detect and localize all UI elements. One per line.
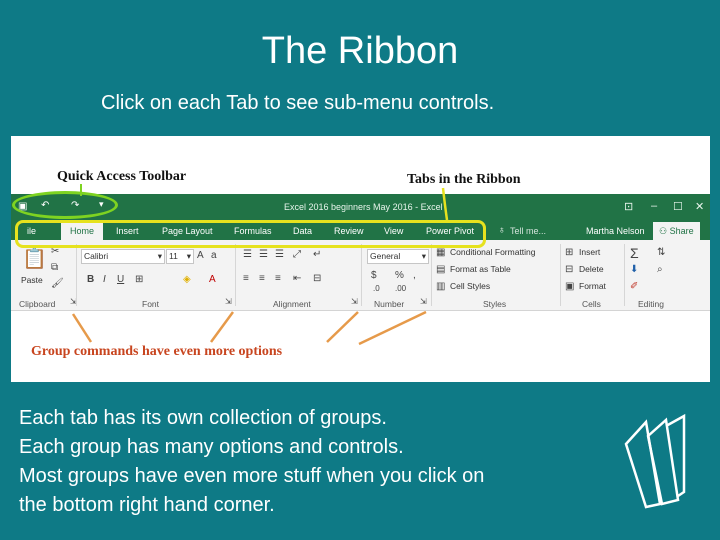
logo-icon [624, 413, 686, 509]
groups-annotation: Group commands have even more options [31, 344, 283, 359]
slide-subtitle: Click on each Tab to see sub-menu contro… [101, 92, 495, 114]
group-arrow-clipboard [71, 313, 93, 343]
excel-ribbon-screenshot: Quick Access Toolbar Tabs in the Ribbon … [11, 136, 710, 382]
group-arrow-font [209, 311, 235, 343]
slide-title: The Ribbon [261, 30, 459, 72]
group-arrow-number [358, 310, 427, 346]
tabs-arrow [441, 187, 449, 221]
body-line: the bottom right hand corner. [19, 494, 275, 516]
group-arrow-alignment [326, 311, 359, 343]
body-line: Each tab has its own collection of group… [19, 407, 387, 429]
body-line: Most groups have even more stuff when yo… [19, 465, 485, 487]
body-line: Each group has many options and controls… [19, 436, 404, 458]
slide-body: Each tab has its own collection of group… [19, 404, 484, 520]
